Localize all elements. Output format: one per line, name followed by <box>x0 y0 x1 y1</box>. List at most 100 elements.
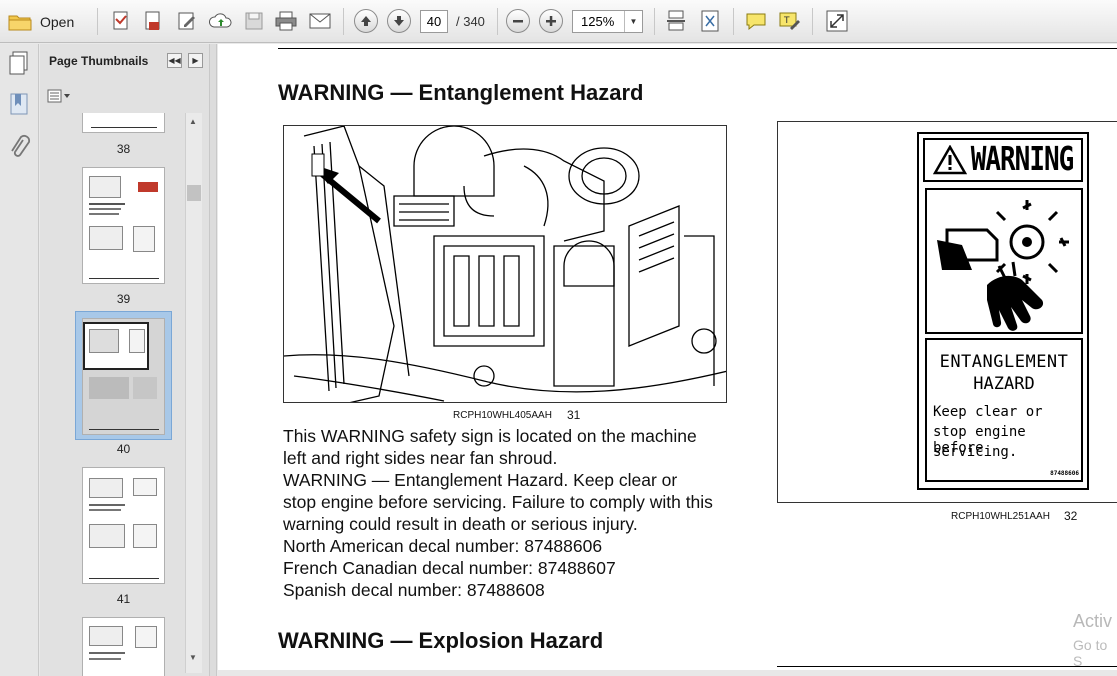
panel-title: Page Thumbnails <box>49 54 149 68</box>
create-pdf-icon <box>113 11 128 30</box>
decal-body-line3: servicing. <box>933 444 1018 460</box>
arrow-down-icon <box>387 9 411 33</box>
page-thumbnails-tab[interactable] <box>7 50 33 81</box>
options-list-icon <box>47 89 70 103</box>
thumbnails-scrollbar[interactable]: ▲ ▼ <box>185 113 202 673</box>
thumbnail-label-39: 39 <box>116 292 131 306</box>
pages-icon <box>9 51 28 75</box>
fullscreen-button[interactable] <box>825 9 849 33</box>
body-line: French Canadian decal number: 87488607 <box>283 558 616 578</box>
thumbnail-label-40: 40 <box>116 442 131 456</box>
zoom-value: 125% <box>581 14 615 29</box>
body-line: This WARNING safety sign is located on t… <box>283 426 697 446</box>
decal-warning-word: WARNING <box>970 141 1075 179</box>
page-total: / 340 <box>456 14 485 29</box>
body-line: Spanish decal number: 87488608 <box>283 580 545 600</box>
body-line: left and right sides near fan shroud. <box>283 448 558 468</box>
activation-watermark-line1: Activ <box>1073 611 1113 631</box>
chevron-down-icon[interactable]: ▼ <box>624 11 642 32</box>
zoom-out-button[interactable] <box>506 9 530 33</box>
cloud-upload-button[interactable] <box>209 9 233 33</box>
document-horizontal-scrollbar[interactable] <box>218 670 1117 676</box>
engine-line-drawing <box>284 126 726 402</box>
fit-page-button[interactable] <box>698 9 722 33</box>
decal-body-line1: Keep clear or <box>933 404 1043 420</box>
body-line: North American decal number: 87488606 <box>283 536 603 556</box>
collapse-panel-button[interactable]: ◀◀ <box>167 53 182 68</box>
pdf-export-icon <box>145 11 160 30</box>
toolbar-separator <box>343 8 344 35</box>
pencil-edit-icon <box>178 12 195 30</box>
cloud-upload-icon <box>209 13 232 28</box>
envelope-icon <box>309 13 331 29</box>
bookmarks-tab[interactable] <box>9 92 31 123</box>
section-heading-explosion: WARNING — Explosion Hazard <box>278 628 604 653</box>
open-button[interactable]: Open <box>8 8 84 35</box>
warning-triangle-icon <box>932 145 967 175</box>
scrolling-mode-button[interactable] <box>664 9 688 33</box>
save-disk-icon <box>245 12 263 30</box>
scroll-up-icon[interactable]: ▲ <box>189 117 197 126</box>
panel-menu-button[interactable]: ▶ <box>188 53 203 68</box>
warning-decal-figure: WARNING ENTANGLEMENT HAZARD Keep clear o… <box>777 121 1117 503</box>
document-view: WARNING — Entanglement Hazard RCPH10WHL4… <box>218 44 1117 676</box>
highlight-button[interactable]: T <box>777 9 801 33</box>
next-figure-top-rule <box>777 666 1117 667</box>
figure-32-code: RCPH10WHL251AAH <box>951 511 1050 522</box>
comment-button[interactable] <box>744 9 768 33</box>
svg-text:T: T <box>783 16 790 26</box>
panel-header: Page Thumbnails ◀◀ ▶ <box>40 44 210 78</box>
folder-icon <box>8 15 32 30</box>
page-top-rule <box>278 48 1117 49</box>
figure-31-code: RCPH10WHL405AAH <box>453 410 552 421</box>
panel-splitter[interactable] <box>209 44 217 676</box>
body-line: warning could result in death or serious… <box>283 514 638 534</box>
edit-button[interactable] <box>175 9 199 33</box>
page-number-input[interactable]: 40 <box>420 10 448 33</box>
scrollbar-thumb[interactable] <box>187 185 201 201</box>
scroll-mode-icon <box>667 10 685 31</box>
export-pdf-button[interactable] <box>141 9 165 33</box>
highlight-marker-icon: T <box>779 12 800 30</box>
minus-icon <box>506 9 530 33</box>
create-pdf-button[interactable] <box>109 9 133 33</box>
open-label: Open <box>40 13 75 30</box>
expand-icon <box>826 10 848 32</box>
engine-illustration <box>283 125 727 403</box>
printer-icon <box>275 11 297 31</box>
thumbnail-label-38: 38 <box>116 142 131 156</box>
print-button[interactable] <box>274 9 298 33</box>
toolbar-separator <box>812 8 813 35</box>
save-button[interactable] <box>242 9 266 33</box>
body-line: WARNING — Entanglement Hazard. Keep clea… <box>283 470 678 490</box>
toolbar: Open 40 / 340 125% ▼ T <box>0 0 1117 43</box>
attachments-tab[interactable] <box>9 134 31 167</box>
toolbar-separator <box>497 8 498 35</box>
section-heading-entanglement: WARNING — Entanglement Hazard <box>278 80 644 105</box>
scroll-down-icon[interactable]: ▼ <box>189 653 197 662</box>
thumbnail-page-40[interactable] <box>82 318 165 435</box>
toolbar-separator <box>654 8 655 35</box>
toolbar-separator <box>733 8 734 35</box>
figure-32-number: 32 <box>1064 509 1078 523</box>
figure-31-number: 31 <box>567 408 581 422</box>
zoom-in-button[interactable] <box>539 9 563 33</box>
thumbnail-page-42[interactable] <box>82 617 165 676</box>
thumbnail-page-41[interactable] <box>82 467 165 584</box>
thumbnail-page-38[interactable] <box>82 113 165 133</box>
arrow-up-icon <box>354 9 378 33</box>
email-button[interactable] <box>308 9 332 33</box>
toolbar-separator <box>97 8 98 35</box>
zoom-select[interactable]: 125% ▼ <box>572 10 643 33</box>
next-page-button[interactable] <box>387 9 411 33</box>
thumbnail-label-41: 41 <box>116 592 131 606</box>
navigation-pane-strip <box>0 44 39 676</box>
warning-decal: WARNING ENTANGLEMENT HAZARD Keep clear o… <box>917 132 1089 490</box>
decal-title-line2: HAZARD <box>973 374 1035 394</box>
fit-page-icon <box>701 10 719 32</box>
body-line: stop engine before servicing. Failure to… <box>283 492 713 512</box>
thumbnail-page-39[interactable] <box>82 167 165 284</box>
plus-icon <box>539 9 563 33</box>
previous-page-button[interactable] <box>354 9 378 33</box>
thumbnail-options-button[interactable] <box>47 88 73 106</box>
